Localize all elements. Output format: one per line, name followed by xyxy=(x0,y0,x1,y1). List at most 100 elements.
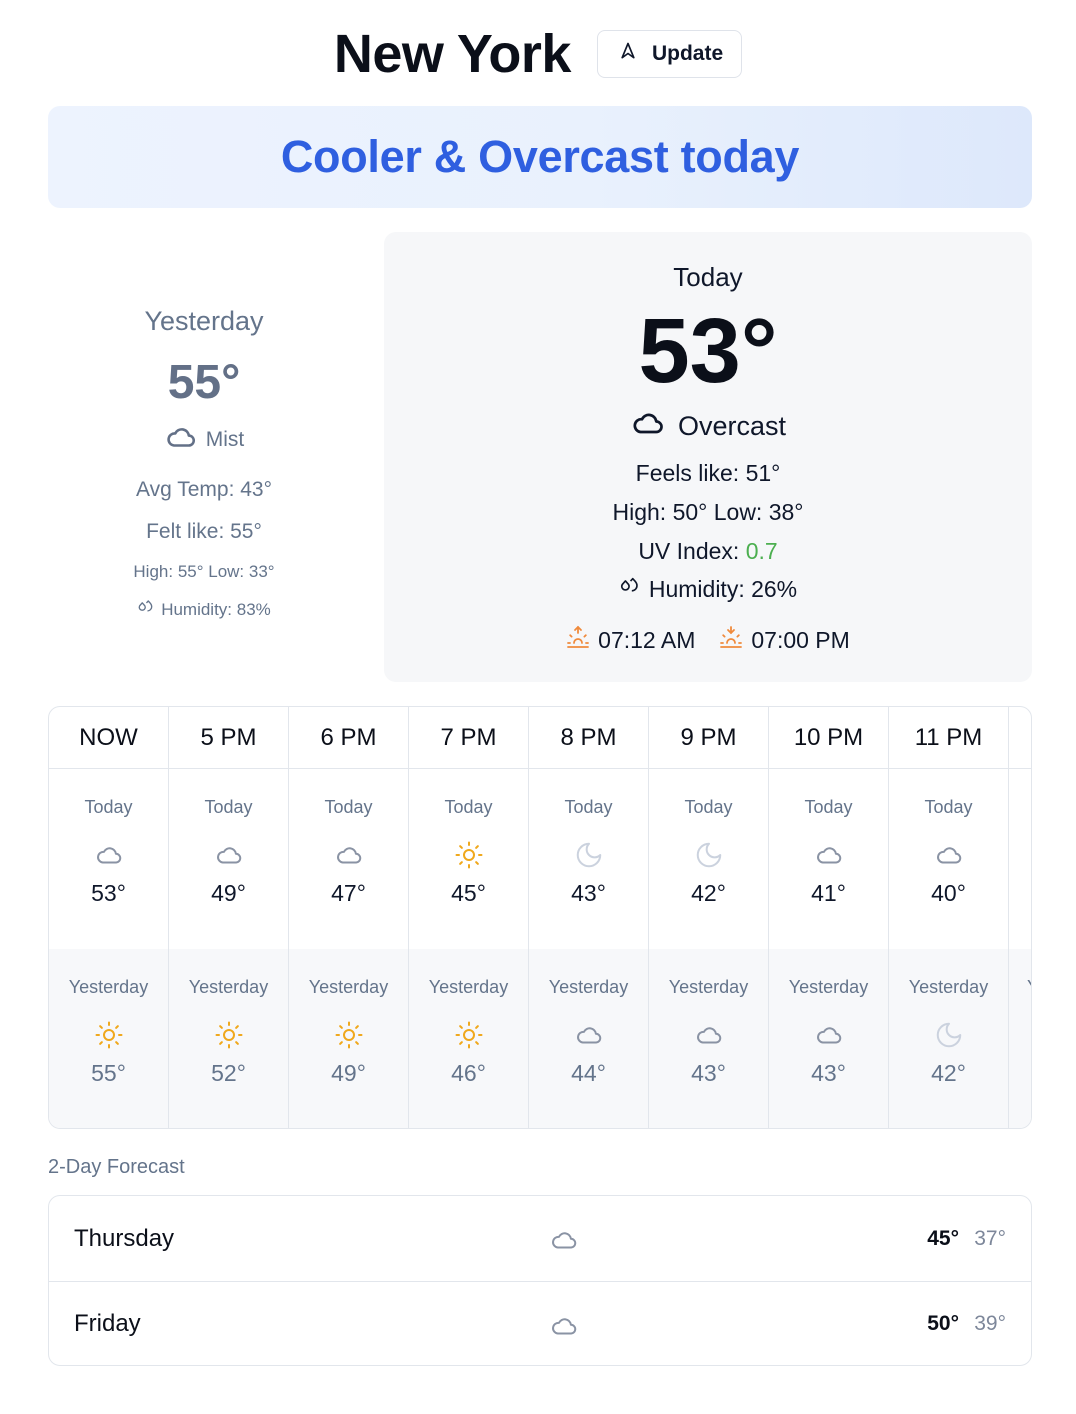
cloud-icon xyxy=(769,1020,888,1050)
hour-yesterday-label: Y xyxy=(1027,949,1031,998)
update-button-label: Update xyxy=(651,42,724,65)
cloud-icon xyxy=(164,420,198,460)
hour-yesterday-temp: 44° xyxy=(571,1060,606,1086)
hour-column-overflow: Y xyxy=(1009,707,1031,1128)
hour-today-label: Today xyxy=(204,797,253,817)
sun-icon xyxy=(289,1020,408,1050)
hour-yesterday-temp: 52° xyxy=(211,1060,246,1086)
hour-today-label: Today xyxy=(444,797,493,817)
hour-today: Today 45° xyxy=(409,769,528,949)
hour-today: Today 43° xyxy=(529,769,648,949)
today-humidity: Humidity: 26% xyxy=(384,575,1032,603)
yesterday-high-low: High: 55° Low: 33° xyxy=(133,562,275,581)
forecast-title: 2-Day Forecast xyxy=(48,1156,185,1178)
forecast-high: 50° xyxy=(927,1312,959,1335)
forecast-list: Thursday 45° 37° Friday 50° 39° xyxy=(48,1195,1032,1366)
hour-yesterday: Yesterday 42° xyxy=(889,949,1008,1128)
sunset: 07:00 PM xyxy=(719,625,850,655)
hour-yesterday-label: Yesterday xyxy=(428,977,509,997)
hour-today: Today 53° xyxy=(49,769,168,949)
cloud-icon xyxy=(649,1020,768,1050)
sun-icon xyxy=(409,840,528,870)
moon-icon xyxy=(529,840,648,870)
hour-today-temp: 45° xyxy=(451,880,486,906)
forecast-high: 45° xyxy=(927,1226,959,1250)
hour-time xyxy=(1009,707,1031,769)
city-name: New York xyxy=(333,24,572,84)
hour-today-label: Today xyxy=(804,797,853,817)
hour-today-temp: 47° xyxy=(331,880,366,906)
yesterday-avg-temp: Avg Temp: 43° xyxy=(135,478,273,501)
cloud-icon xyxy=(529,1020,648,1050)
hour-yesterday-temp: 43° xyxy=(811,1060,846,1086)
today-high-low: High: 50° Low: 38° xyxy=(612,499,804,525)
hour-yesterday: Yesterday 46° xyxy=(409,949,528,1128)
sun-icon xyxy=(409,1020,528,1050)
hour-yesterday-label: Yesterday xyxy=(548,977,629,997)
forecast-low: 37° xyxy=(974,1226,1006,1250)
hour-time: 7 PM xyxy=(409,707,528,769)
hourly-forecast[interactable]: NOW Today 53° Yesterday 55° 5 PM Today 4… xyxy=(48,706,1032,1129)
today-label: Today xyxy=(673,262,743,292)
summary-banner: Cooler & Overcast today xyxy=(48,106,1032,208)
hour-yesterday: Yesterday 43° xyxy=(649,949,768,1128)
sunset-time: 07:00 PM xyxy=(751,626,850,653)
hour-today-temp: 41° xyxy=(811,880,846,906)
hour-yesterday: Yesterday 44° xyxy=(529,949,648,1128)
hour-yesterday-temp: 49° xyxy=(331,1060,366,1086)
uv-value: 0.7 xyxy=(745,538,778,564)
hour-yesterday-label: Yesterday xyxy=(188,977,269,997)
hour-yesterday: Y xyxy=(1009,949,1031,1128)
forecast-row[interactable]: Friday 50° 39° xyxy=(49,1281,1031,1365)
hour-time: 8 PM xyxy=(529,707,648,769)
hour-today-temp: 53° xyxy=(91,880,126,906)
today-uv-index: UV Index: 0.7 xyxy=(384,538,1032,565)
hour-yesterday-temp: 43° xyxy=(691,1060,726,1086)
hour-today: Today 42° xyxy=(649,769,768,949)
hour-today-temp: 43° xyxy=(571,880,606,906)
sun-icon xyxy=(169,1020,288,1050)
hour-today-label: Today xyxy=(84,797,133,817)
hour-time: 6 PM xyxy=(289,707,408,769)
today-humidity-text: Humidity: 26% xyxy=(648,575,798,602)
cloud-icon xyxy=(169,840,288,870)
cloud-icon xyxy=(549,1225,579,1260)
forecast-row[interactable]: Thursday 45° 37° xyxy=(49,1196,1031,1281)
sunrise-icon xyxy=(566,625,590,655)
yesterday-condition-text: Mist xyxy=(205,428,245,451)
hour-time: 11 PM xyxy=(889,707,1008,769)
cloud-icon xyxy=(889,840,1008,870)
hour-yesterday-label: Yesterday xyxy=(68,977,149,997)
cloud-icon xyxy=(49,840,168,870)
hour-today-temp: 49° xyxy=(211,880,246,906)
yesterday-humidity-text: Humidity: 83% xyxy=(161,599,271,619)
hour-column: 6 PM Today 47° Yesterday 49° xyxy=(289,707,409,1128)
yesterday-felt-like: Felt like: 55° xyxy=(146,520,262,543)
hour-yesterday-temp: 46° xyxy=(451,1060,486,1086)
hour-yesterday: Yesterday 49° xyxy=(289,949,408,1128)
today-temp: 53° xyxy=(638,300,778,402)
uv-label: UV Index: xyxy=(638,538,746,564)
today-condition-text: Overcast xyxy=(677,411,787,441)
hour-column: 8 PM Today 43° Yesterday 44° xyxy=(529,707,649,1128)
hour-column: NOW Today 53° Yesterday 55° xyxy=(49,707,169,1128)
moon-icon xyxy=(649,840,768,870)
hour-yesterday-label: Yesterday xyxy=(308,977,389,997)
hour-today: Today 40° xyxy=(889,769,1008,949)
cloud-icon xyxy=(630,405,666,448)
hour-today-temp: 40° xyxy=(931,880,966,906)
update-button[interactable]: Update xyxy=(596,30,743,78)
hour-today-temp: 42° xyxy=(691,880,726,906)
hour-time: NOW xyxy=(49,707,168,769)
hour-yesterday-label: Yesterday xyxy=(668,977,749,997)
yesterday-panel: Yesterday 55° Mist Avg Temp: 43° Felt li… xyxy=(48,300,360,621)
header: New York Update xyxy=(0,22,1076,86)
hour-today-label: Today xyxy=(684,797,733,817)
today-condition: Overcast xyxy=(384,405,1032,448)
sun-times: 07:12 AM 07:00 PM xyxy=(384,625,1032,655)
hour-yesterday: Yesterday 52° xyxy=(169,949,288,1128)
sunset-icon xyxy=(719,625,743,655)
yesterday-condition: Mist xyxy=(48,420,360,460)
yesterday-label: Yesterday xyxy=(144,306,264,336)
droplets-icon xyxy=(619,575,641,603)
